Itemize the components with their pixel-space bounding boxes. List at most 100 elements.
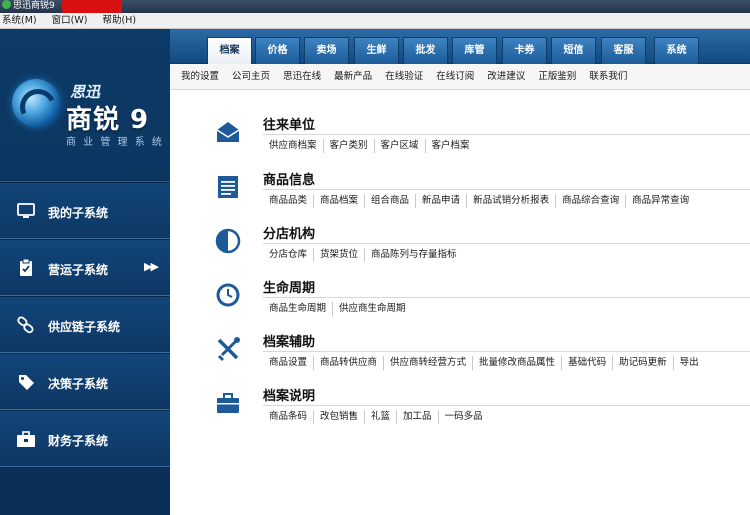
envelope-icon [216, 122, 240, 142]
item-repack-sales[interactable]: 改包销售 [314, 410, 366, 424]
link-company-home[interactable]: 公司主页 [232, 64, 270, 89]
tab-bar: 档案 价格 卖场 生鲜 批发 库管 卡券 短信 客服 系统 [170, 29, 750, 65]
item-trial-sales-report[interactable]: 新品试销分析报表 [467, 194, 557, 208]
sidebar-item-supply-chain[interactable]: 供应链子系统 [0, 296, 170, 353]
tab-coupon[interactable]: 卡券 [502, 37, 547, 64]
tab-wholesale[interactable]: 批发 [403, 37, 448, 64]
item-export[interactable]: 导出 [674, 356, 705, 370]
item-base-codes[interactable]: 基础代码 [562, 356, 614, 370]
item-combo-product[interactable]: 组合商品 [365, 194, 417, 208]
item-new-product-request[interactable]: 新品申请 [416, 194, 468, 208]
logo-swirl-icon [12, 79, 60, 127]
item-one-code-multi-product[interactable]: 一码多品 [439, 410, 489, 424]
sidebar-item-operations[interactable]: 营运子系统 ▶▶ [0, 239, 170, 296]
menu-bar: 系统(M) 窗口(W) 帮助(H) [0, 13, 750, 29]
link-contact-us[interactable]: 联系我们 [589, 64, 627, 89]
item-customer-category[interactable]: 客户类别 [324, 139, 375, 153]
item-supplier-business-mode[interactable]: 供应商转经营方式 [384, 356, 474, 370]
window-title: 思迅商锐9 [13, 1, 55, 11]
item-customer-region[interactable]: 客户区域 [375, 139, 426, 153]
link-genuine-check[interactable]: 正版鉴别 [538, 64, 576, 89]
divider [263, 243, 750, 244]
item-processed-goods[interactable]: 加工品 [397, 410, 439, 424]
menu-system[interactable]: 系统(M) [0, 13, 40, 29]
link-new-products[interactable]: 最新产品 [334, 64, 372, 89]
item-product-category[interactable]: 商品品类 [263, 194, 315, 208]
section-title: 商品信息 [263, 173, 316, 188]
monitor-icon [17, 203, 35, 218]
tab-archives[interactable]: 档案 [207, 37, 252, 65]
section-partners: 往来单位 供应商档案 客户类别 客户区域 客户档案 [170, 106, 750, 161]
section-title: 档案辅助 [263, 335, 316, 350]
brand-subtitle: 商 业 管 理 系 统 [66, 137, 164, 148]
section-archive-aux: 档案辅助 商品设置 商品转供应商 供应商转经营方式 批量修改商品属性 基础代码 助记码更新… [170, 323, 750, 378]
section-archive-notes: 档案说明 商品条码 改包销售 礼篮 加工品 一码多品 [170, 377, 750, 432]
red-overlay [62, 0, 122, 13]
half-circle-icon [215, 228, 241, 254]
sidebar-item-finance[interactable]: 财务子系统 [0, 410, 170, 467]
item-product-query[interactable]: 商品综合查询 [556, 194, 627, 208]
divider [263, 134, 750, 135]
tab-price[interactable]: 价格 [255, 37, 300, 64]
document-icon [218, 176, 238, 198]
briefcase-icon [17, 431, 35, 447]
item-shelf-location[interactable]: 货架货位 [314, 248, 366, 262]
tab-warehouse[interactable]: 库管 [452, 37, 497, 64]
item-supplier-archive[interactable]: 供应商档案 [263, 139, 324, 153]
item-product-to-supplier[interactable]: 商品转供应商 [314, 356, 385, 370]
tab-sms[interactable]: 短信 [551, 37, 596, 64]
item-product-archive[interactable]: 商品档案 [314, 194, 366, 208]
item-product-settings[interactable]: 商品设置 [263, 356, 315, 370]
section-branches: 分店机构 分店仓库 货架货位 商品陈列与存量指标 [170, 215, 750, 270]
menu-window[interactable]: 窗口(W) [49, 13, 91, 29]
item-product-lifecycle[interactable]: 商品生命周期 [263, 302, 334, 316]
item-batch-edit-attributes[interactable]: 批量修改商品属性 [473, 356, 563, 370]
tab-service[interactable]: 客服 [601, 37, 646, 64]
item-customer-archive[interactable]: 客户档案 [426, 139, 476, 153]
item-branch-warehouse[interactable]: 分店仓库 [263, 248, 315, 262]
section-items: 商品品类 商品档案 组合商品 新品申请 新品试销分析报表 商品综合查询 商品异常查询 [263, 194, 695, 208]
sidebar-item-decision[interactable]: 决策子系统 [0, 353, 170, 410]
divider [263, 405, 750, 406]
sidebar: 思迅 商锐 9 商 业 管 理 系 统 我的子系统 营运子系统 ▶▶ 供应链子系… [0, 29, 170, 515]
expand-arrow-icon: ▶▶ [144, 260, 159, 273]
clipboard-icon [20, 259, 32, 276]
section-items: 商品条码 改包销售 礼篮 加工品 一码多品 [263, 410, 489, 424]
tools-icon [217, 337, 240, 361]
sidebar-item-label: 供应链子系统 [48, 320, 121, 334]
tab-store[interactable]: 卖场 [304, 37, 349, 64]
link-sixun-online[interactable]: 思迅在线 [283, 64, 321, 89]
sidebar-item-label: 我的子系统 [48, 206, 109, 220]
toolbox-icon [217, 393, 239, 413]
item-mnemonic-update[interactable]: 助记码更新 [613, 356, 674, 370]
section-title: 生命周期 [263, 281, 316, 296]
section-product-info: 商品信息 商品品类 商品档案 组合商品 新品申请 新品试销分析报表 商品综合查询 商品异常查… [170, 161, 750, 216]
section-title: 档案说明 [263, 389, 316, 404]
section-items: 商品设置 商品转供应商 供应商转经营方式 批量修改商品属性 基础代码 助记码更新 导出 [263, 356, 705, 370]
link-online-verify[interactable]: 在线验证 [385, 64, 423, 89]
divider [263, 351, 750, 352]
sidebar-item-my-subsystem[interactable]: 我的子系统 [0, 182, 170, 239]
quick-links-bar: 我的设置 公司主页 思迅在线 最新产品 在线验证 在线订阅 改进建议 正版鉴别 … [170, 64, 750, 90]
item-barcode[interactable]: 商品条码 [263, 410, 315, 424]
window-title-bar: 思迅商锐9 [0, 0, 750, 13]
tab-fresh[interactable]: 生鲜 [354, 37, 399, 64]
divider [263, 189, 750, 190]
item-product-anomaly-query[interactable]: 商品异常查询 [626, 194, 695, 208]
sidebar-item-label: 财务子系统 [48, 434, 109, 448]
item-display-stock-index[interactable]: 商品陈列与存量指标 [365, 248, 463, 262]
brand-name: 商锐 9 [66, 105, 150, 135]
section-title: 分店机构 [263, 227, 316, 242]
app-icon [2, 0, 11, 9]
link-icon [17, 316, 34, 334]
brand-logo: 思迅 商锐 9 商 业 管 理 系 统 [0, 29, 170, 182]
item-supplier-lifecycle[interactable]: 供应商生命周期 [333, 302, 412, 316]
sidebar-item-label: 营运子系统 [48, 263, 109, 277]
link-suggestions[interactable]: 改进建议 [487, 64, 525, 89]
link-my-settings[interactable]: 我的设置 [181, 64, 219, 89]
divider [263, 297, 750, 298]
menu-help[interactable]: 帮助(H) [99, 13, 139, 29]
tab-system[interactable]: 系统 [654, 37, 699, 64]
item-gift-basket[interactable]: 礼篮 [365, 410, 398, 424]
link-online-subscribe[interactable]: 在线订阅 [436, 64, 474, 89]
